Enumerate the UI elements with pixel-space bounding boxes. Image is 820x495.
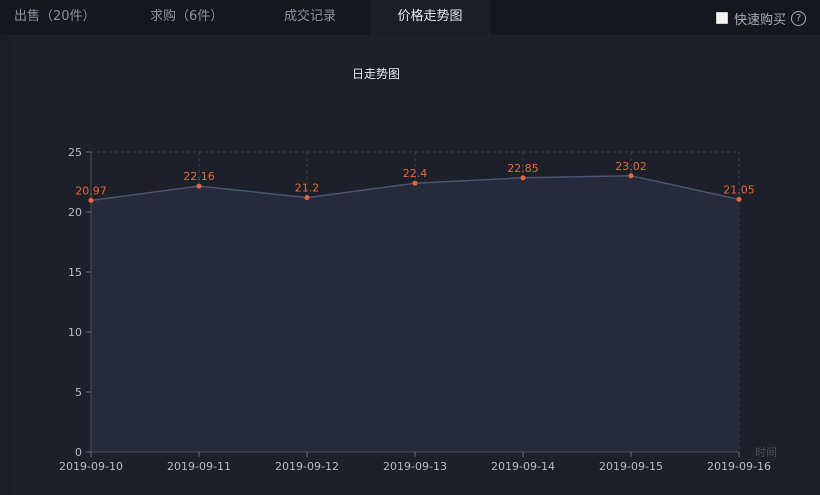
x-tick-label: 2019-09-11: [167, 460, 231, 473]
tab-trade-history[interactable]: 成交记录: [270, 0, 350, 35]
data-point[interactable]: [304, 195, 310, 201]
data-point[interactable]: [196, 183, 202, 189]
data-label: 22.16: [183, 170, 215, 183]
data-point[interactable]: [88, 197, 94, 203]
tab-price-trend[interactable]: 价格走势图: [370, 0, 490, 35]
tab-buy-requests[interactable]: 求购（6件）: [150, 0, 230, 35]
x-tick-label: 2019-09-16: [707, 460, 771, 473]
chart-panel: 日走势图 0 5 10 15 20 25 2019-09-10 2019-09-11 2019-…: [10, 35, 820, 495]
x-tick-label: 2019-09-14: [491, 460, 555, 473]
data-point[interactable]: [520, 175, 526, 181]
x-tick-label: 2019-09-15: [599, 460, 663, 473]
x-axis-title: 时间: [755, 446, 777, 459]
y-tick-label: 25: [68, 146, 82, 159]
data-label: 23.02: [615, 160, 647, 173]
tab-bar: 出售（20件） 求购（6件） 成交记录 价格走势图 快速购买 ?: [0, 0, 820, 35]
data-point[interactable]: [628, 173, 634, 179]
quick-buy-label[interactable]: 快速购买: [734, 9, 786, 28]
x-tick-label: 2019-09-13: [383, 460, 447, 473]
help-icon[interactable]: ?: [791, 10, 806, 26]
data-label: 22.85: [507, 162, 539, 175]
data-label: 21.2: [295, 182, 320, 195]
y-tick-label: 15: [68, 266, 82, 279]
y-tick-label: 20: [68, 206, 82, 219]
y-tick-label: 0: [75, 446, 82, 459]
data-label: 20.97: [75, 184, 107, 197]
data-point[interactable]: [736, 196, 742, 202]
tab-sell[interactable]: 出售（20件）: [14, 0, 114, 35]
price-area: [91, 175, 739, 452]
x-tick-label: 2019-09-12: [275, 460, 339, 473]
quick-buy-checkbox[interactable]: [715, 12, 728, 24]
data-label: 22.4: [403, 167, 428, 180]
y-tick-label: 5: [75, 386, 82, 399]
data-label: 21.05: [723, 183, 755, 196]
chart-title: 日走势图: [352, 67, 400, 81]
y-tick-label: 10: [68, 326, 82, 339]
price-trend-chart: 日走势图 0 5 10 15 20 25 2019-09-10 2019-09-11 2019-…: [59, 67, 777, 473]
x-tick-label: 2019-09-10: [59, 460, 123, 473]
quick-buy: 快速购买 ?: [715, 8, 806, 28]
data-point[interactable]: [412, 180, 418, 186]
